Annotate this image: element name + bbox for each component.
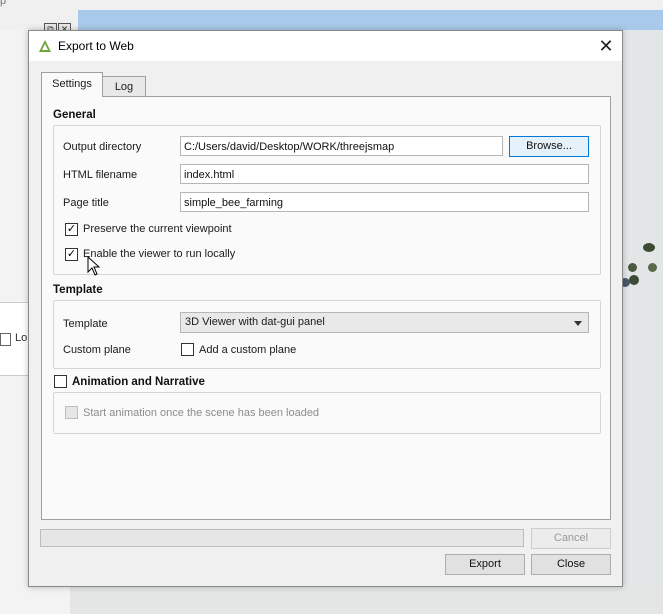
animation-narrative-checkbox[interactable] xyxy=(54,375,67,388)
tab-log[interactable]: Log xyxy=(102,76,146,97)
map-canvas-right[interactable] xyxy=(620,30,663,614)
chevron-down-icon xyxy=(574,321,582,326)
export-progress-bar xyxy=(40,529,524,547)
page-title-label: Page title xyxy=(63,197,109,209)
preserve-viewpoint-checkbox[interactable]: ✓ xyxy=(65,223,78,236)
output-directory-field[interactable]: C:/Users/david/Desktop/WORK/threejsmap xyxy=(180,136,503,156)
add-custom-plane-checkbox[interactable] xyxy=(181,343,194,356)
template-select[interactable]: 3D Viewer with dat-gui panel xyxy=(180,312,589,333)
html-filename-field[interactable]: index.html xyxy=(180,164,589,184)
custom-plane-label: Custom plane xyxy=(63,344,131,356)
preserve-viewpoint-label[interactable]: Preserve the current viewpoint xyxy=(83,223,232,235)
background-checkbox[interactable] xyxy=(0,333,11,346)
background-panel-header: ⧉ ✕ xyxy=(0,10,78,36)
tree-icon xyxy=(643,243,655,252)
template-groupbox: Template 3D Viewer with dat-gui panel Cu… xyxy=(53,300,601,369)
output-directory-label: Output directory xyxy=(63,141,142,153)
cancel-button[interactable]: Cancel xyxy=(531,528,611,549)
tree-icon xyxy=(648,263,657,272)
run-locally-checkbox[interactable]: ✓ xyxy=(65,248,78,261)
close-icon[interactable]: ✕ xyxy=(595,35,617,57)
tree-icon xyxy=(629,275,639,285)
app-icon xyxy=(39,40,51,52)
browse-button[interactable]: Browse... xyxy=(509,136,589,157)
tree-icon xyxy=(628,263,637,272)
start-animation-label: Start animation once the scene has been … xyxy=(83,407,320,419)
export-button[interactable]: Export xyxy=(445,554,525,575)
start-animation-checkbox[interactable] xyxy=(65,406,78,419)
html-filename-label: HTML filename xyxy=(63,169,138,181)
general-section-title: General xyxy=(53,109,96,121)
background-toolbar: p xyxy=(0,0,663,10)
dialog-title: Export to Web xyxy=(58,39,134,53)
animation-section-title[interactable]: Animation and Narrative xyxy=(72,376,205,388)
export-to-web-dialog: Export to Web ✕ Settings Log General Out… xyxy=(28,30,623,587)
template-section-title: Template xyxy=(53,284,103,296)
settings-tab-pane: General Output directory C:/Users/david/… xyxy=(41,96,611,520)
page-title-field[interactable]: simple_bee_farming xyxy=(180,192,589,212)
background-fragment-text: p xyxy=(0,0,7,7)
dialog-titlebar: Export to Web ✕ xyxy=(29,31,622,61)
map-canvas-bottom xyxy=(70,586,663,614)
mouse-pointer-icon xyxy=(87,256,101,276)
close-button[interactable]: Close xyxy=(531,554,611,575)
add-custom-plane-label[interactable]: Add a custom plane xyxy=(199,344,296,356)
general-groupbox: Output directory C:/Users/david/Desktop/… xyxy=(53,125,601,275)
background-checkbox-label: Lo xyxy=(15,332,28,344)
template-label: Template xyxy=(63,318,108,330)
tab-settings[interactable]: Settings xyxy=(41,72,103,97)
template-select-value: 3D Viewer with dat-gui panel xyxy=(185,316,325,328)
map-canvas-top xyxy=(78,10,663,30)
run-locally-label[interactable]: Enable the viewer to run locally xyxy=(83,248,235,260)
animation-groupbox: Start animation once the scene has been … xyxy=(53,392,601,434)
